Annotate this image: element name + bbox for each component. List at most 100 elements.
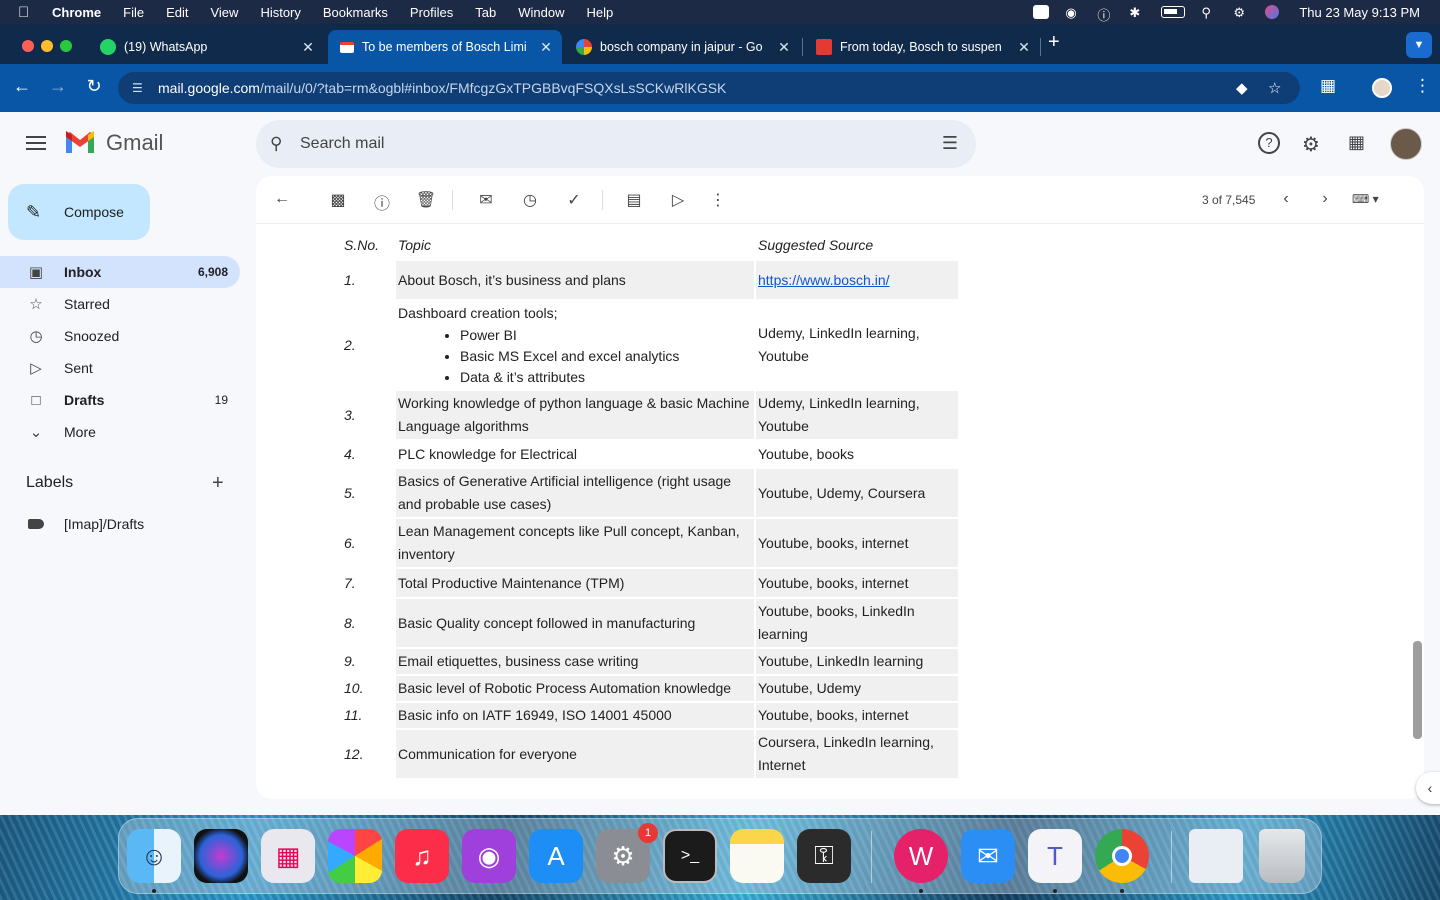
input-tools-icon[interactable]: ⌨ ▾ (1352, 192, 1379, 206)
mail-icon[interactable]: ✉ (961, 829, 1015, 883)
menu-bookmarks[interactable]: Bookmarks (323, 5, 388, 20)
newer-icon[interactable]: ‹ (1275, 190, 1297, 208)
close-tab-icon[interactable]: ✕ (536, 39, 556, 56)
notes-icon[interactable] (730, 829, 784, 883)
finder-icon[interactable]: ☺ (127, 829, 181, 883)
tab-title: From today, Bosch to suspen (840, 40, 1002, 54)
menu-window[interactable]: Window (518, 5, 564, 20)
move-to-icon[interactable]: ▤ (623, 190, 645, 210)
tab-whatsapp[interactable]: (19) WhatsApp ✕ (88, 30, 324, 64)
settings-gear-icon[interactable]: ⚙ (1302, 132, 1320, 157)
wps-icon[interactable]: W (894, 829, 948, 883)
show-side-panel-button[interactable]: ‹ (1416, 772, 1440, 804)
site-info-icon[interactable]: ☰ (132, 81, 150, 95)
add-to-tasks-icon[interactable]: ✓ (563, 190, 585, 210)
nav-inbox[interactable]: ▣ Inbox 6,908 (0, 256, 240, 288)
more-actions-icon[interactable]: ⋮ (707, 190, 729, 210)
search-bar[interactable]: ⚲ Search mail ☰ (256, 120, 976, 168)
nav-more[interactable]: ⌄ More (0, 416, 240, 448)
nav-label: Sent (64, 360, 93, 376)
support-icon[interactable]: ? (1258, 132, 1280, 154)
nav-label: Drafts (64, 392, 105, 408)
menu-chrome[interactable]: Chrome (52, 5, 101, 20)
podcasts-icon[interactable]: ◉ (462, 829, 516, 883)
message-scrollbar[interactable] (1413, 641, 1422, 739)
apple-icon[interactable]:  (18, 4, 34, 21)
bosch-link[interactable]: https://www.bosch.in/ (758, 272, 890, 288)
address-bar[interactable]: ☰ mail.google.com/mail/u/0/?tab=rm&ogbl#… (118, 72, 1300, 104)
mark-unread-icon[interactable]: ✉ (475, 190, 497, 210)
app-store-icon[interactable]: A (529, 829, 583, 883)
label-icon[interactable]: ▷ (667, 190, 689, 210)
launchpad-icon[interactable]: ▦ (261, 829, 315, 883)
teams-icon[interactable]: T (1028, 829, 1082, 883)
label-imap-drafts[interactable]: [Imap]/Drafts (0, 508, 144, 540)
menu-view[interactable]: View (210, 5, 238, 20)
nav-drafts[interactable]: □ Drafts 19 (0, 384, 240, 416)
keychain-icon[interactable]: ⚿ (797, 829, 851, 883)
menu-help[interactable]: Help (587, 5, 614, 20)
close-tab-icon[interactable]: ✕ (774, 39, 794, 56)
terminal-icon[interactable]: >_ (663, 829, 717, 883)
google-apps-icon[interactable]: ▦ (1348, 132, 1365, 153)
forward-button[interactable]: → (46, 76, 70, 97)
tab-gmail[interactable]: To be members of Bosch Limi ✕ (328, 30, 562, 64)
trash-icon[interactable] (1259, 829, 1305, 883)
tab-google-search[interactable]: bosch company in jaipur - Go ✕ (564, 30, 800, 64)
wps-status-icon[interactable] (1033, 5, 1050, 19)
zoom-window-button[interactable] (60, 40, 72, 52)
password-manager-icon[interactable]: ◆ (1236, 79, 1248, 97)
create-label-button[interactable]: + (212, 472, 224, 495)
row-number: 1. (344, 271, 356, 288)
menu-history[interactable]: History (260, 5, 300, 20)
new-tab-button[interactable]: + (1048, 31, 1060, 54)
account-avatar[interactable] (1390, 128, 1422, 160)
delete-icon[interactable]: 🗑 (415, 190, 437, 210)
tab-news[interactable]: From today, Bosch to suspen ✕ (804, 30, 1040, 64)
menubar-clock[interactable]: Thu 23 May 9:13 PM (1299, 5, 1420, 20)
chrome-icon[interactable] (1095, 829, 1149, 883)
archive-icon[interactable]: ▩ (327, 190, 349, 210)
snooze-icon[interactable]: ◷ (519, 190, 541, 210)
main-menu-icon[interactable] (26, 136, 46, 150)
wifi-icon[interactable]: ◉ (1065, 5, 1081, 20)
bluetooth-icon[interactable]: ✱ (1129, 5, 1145, 20)
control-center-icon[interactable]: ⚙ (1233, 5, 1249, 20)
close-window-button[interactable] (22, 40, 34, 52)
system-settings-icon[interactable]: ⚙ 1 (596, 823, 658, 883)
search-icon[interactable]: ⚲ (270, 134, 292, 154)
back-button[interactable]: ← (10, 76, 34, 97)
info-status-icon[interactable]: ⓘ (1097, 5, 1113, 23)
compose-button[interactable]: ✎ Compose (8, 184, 150, 240)
nav-sent[interactable]: ▷ Sent (0, 352, 240, 384)
battery-icon[interactable] (1161, 6, 1186, 18)
profile-avatar[interactable] (1372, 78, 1392, 98)
report-spam-icon[interactable]: ⓘ (371, 190, 393, 214)
back-to-inbox-icon[interactable]: ← (271, 190, 293, 208)
close-tab-icon[interactable]: ✕ (1014, 39, 1034, 56)
siri-status-icon[interactable] (1265, 5, 1280, 19)
search-options-icon[interactable]: ☰ (942, 133, 958, 154)
nav-starred[interactable]: ☆ Starred (0, 288, 240, 320)
downloads-icon[interactable] (1189, 829, 1243, 883)
chrome-menu-icon[interactable]: ⋮ (1414, 76, 1431, 96)
nav-snoozed[interactable]: ◷ Snoozed (0, 320, 240, 352)
extensions-icon[interactable]: ▦ (1320, 76, 1336, 96)
older-icon[interactable]: › (1314, 190, 1336, 208)
menu-edit[interactable]: Edit (166, 5, 188, 20)
minimize-window-button[interactable] (41, 40, 53, 52)
photos-icon[interactable] (328, 829, 382, 883)
spotlight-search-icon[interactable]: ⚲ (1201, 5, 1217, 20)
menu-file[interactable]: File (123, 5, 144, 20)
search-input[interactable]: Search mail (300, 135, 384, 153)
bookmark-star-icon[interactable]: ☆ (1268, 79, 1281, 97)
row-topic: Working knowledge of python language & b… (396, 391, 754, 439)
tab-search-button[interactable]: ▼ (1406, 32, 1432, 58)
close-tab-icon[interactable]: ✕ (298, 39, 318, 56)
music-icon[interactable]: ♫ (395, 829, 449, 883)
menu-profiles[interactable]: Profiles (410, 5, 453, 20)
reload-button[interactable]: ↻ (82, 76, 106, 97)
gmail-logo[interactable]: Gmail (64, 130, 163, 156)
menu-tab[interactable]: Tab (475, 5, 496, 20)
siri-icon[interactable] (194, 829, 248, 883)
